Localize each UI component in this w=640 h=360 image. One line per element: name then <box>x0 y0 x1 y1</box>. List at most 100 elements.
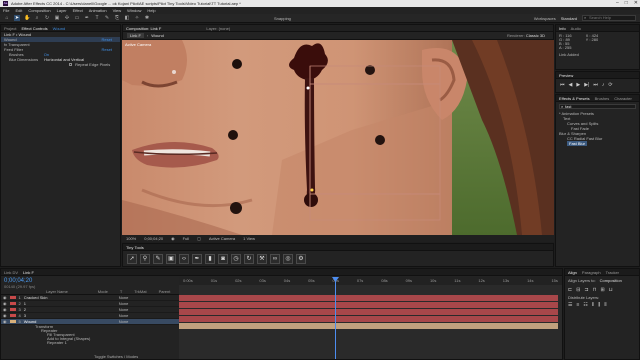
menu-effect[interactable]: Effect <box>73 8 83 13</box>
zoom-select[interactable]: 100% <box>126 236 136 241</box>
distribute-top-icon[interactable]: ☰ <box>568 302 572 308</box>
maximize-button[interactable]: □ <box>625 0 628 7</box>
tab-link-dv[interactable]: Link DV <box>4 270 18 275</box>
snapping-label[interactable]: Snapping <box>274 16 291 21</box>
align-hcenter-icon[interactable]: ⊟ <box>576 287 580 293</box>
align-bottom-icon[interactable]: ⊔ <box>609 287 613 293</box>
tab-audio[interactable]: Audio <box>571 26 581 31</box>
layer-bar[interactable] <box>179 295 558 301</box>
menu-animation[interactable]: Animation <box>89 8 107 13</box>
home-icon[interactable]: ⌂ <box>4 15 10 21</box>
subtab-wound[interactable]: Wound <box>151 33 164 38</box>
camera-icon[interactable]: ▣ <box>54 15 60 21</box>
tree-item-selected[interactable]: Fast Blur <box>567 141 588 146</box>
menu-edit[interactable]: Edit <box>15 8 22 13</box>
rect-mask-icon[interactable]: ▭ <box>74 15 80 21</box>
tiny-gear-icon[interactable]: ⚙ <box>296 254 306 264</box>
label-color-icon[interactable] <box>9 308 16 311</box>
tab-tracker[interactable]: Tracker <box>606 270 619 275</box>
align-vcenter-icon[interactable]: ⊞ <box>601 287 605 293</box>
layer-bar[interactable] <box>179 316 558 322</box>
eye-icon[interactable]: ◉ <box>3 319 7 325</box>
distribute-hcenter-icon[interactable]: ⫼ <box>598 302 600 308</box>
tab-character[interactable]: Character <box>614 96 632 101</box>
distribute-bottom-icon[interactable]: ☷ <box>583 302 587 308</box>
tab-tiny-tools[interactable]: Tiny Tools <box>126 245 144 250</box>
align-right-icon[interactable]: ⊐ <box>584 287 588 293</box>
timeline-tracks[interactable]: 0:00s01s02s03s04s05s06s07s08s09s10s11s12… <box>179 277 562 359</box>
align-to-select[interactable]: Composition <box>600 278 622 283</box>
tiny-rotate-icon[interactable]: ↻ <box>244 254 254 264</box>
col-t[interactable]: T <box>120 289 122 294</box>
col-trkmat[interactable]: TrkMat <box>134 289 146 294</box>
tab-effects-presets[interactable]: Effects & Presets <box>559 96 590 101</box>
reset-link[interactable]: Reset <box>102 37 112 42</box>
effects-search-input[interactable]: ⌕ fast <box>559 104 636 109</box>
prev-frame-icon[interactable]: ◀ <box>569 82 573 88</box>
tab-paragraph[interactable]: Paragraph <box>582 270 601 275</box>
views-select[interactable]: 1 View <box>243 236 255 241</box>
search-help-input[interactable]: ⌕ Search Help <box>582 15 636 21</box>
region-icon[interactable]: ▢ <box>197 236 201 241</box>
tiny-brush-icon[interactable]: ✎ <box>153 254 163 264</box>
menu-file[interactable]: File <box>3 8 9 13</box>
resolution-select[interactable]: Full <box>183 236 189 241</box>
menu-layer[interactable]: Layer <box>57 8 67 13</box>
tiny-camera-icon[interactable]: ◙ <box>218 254 228 264</box>
composition-viewer[interactable]: Active Camera <box>122 40 554 235</box>
playhead[interactable] <box>335 277 336 359</box>
text-icon[interactable]: T <box>94 15 100 21</box>
reset-link[interactable]: Reset <box>102 47 112 52</box>
col-parent[interactable]: Parent <box>159 289 171 294</box>
tab-composition[interactable]: Composition: Link F <box>126 26 161 31</box>
timecode-display[interactable]: 0;00;04;20 <box>144 236 163 241</box>
pan-icon[interactable]: ✣ <box>64 15 70 21</box>
tab-preview[interactable]: Preview <box>559 73 573 78</box>
tiny-target-icon[interactable]: ◎ <box>283 254 293 264</box>
play-icon[interactable]: ▶ <box>576 82 580 88</box>
workspace-select[interactable]: Standard <box>561 16 577 21</box>
camera-view-select[interactable]: Active Camera <box>209 236 235 241</box>
next-frame-icon[interactable]: ▶| <box>584 82 589 88</box>
last-frame-icon[interactable]: ⏭ <box>593 82 598 88</box>
zoom-icon[interactable]: ⌕ <box>34 15 40 21</box>
menu-window[interactable]: Window <box>127 8 141 13</box>
sub-row[interactable]: Repeater 1 <box>1 341 179 345</box>
menu-view[interactable]: View <box>113 8 122 13</box>
first-frame-icon[interactable]: ⏮ <box>560 82 565 88</box>
tiny-select-icon[interactable]: ➚ <box>127 254 137 264</box>
tab-effect-controls[interactable]: Effect Controls <box>21 26 47 31</box>
tiny-clock-icon[interactable]: ◷ <box>231 254 241 264</box>
layer-bar[interactable] <box>179 302 558 308</box>
checkbox-icon[interactable] <box>69 63 72 66</box>
tiny-code-icon[interactable]: ‹› <box>179 254 189 264</box>
menu-composition[interactable]: Composition <box>28 8 50 13</box>
col-mode[interactable]: Mode <box>98 289 108 294</box>
tiny-frame-icon[interactable]: ▣ <box>166 254 176 264</box>
time-ruler[interactable]: 0:00s01s02s03s04s05s06s07s08s09s10s11s12… <box>179 277 562 285</box>
tiny-pen-icon[interactable]: ✒ <box>192 254 202 264</box>
tiny-pin-icon[interactable]: ⚲ <box>140 254 150 264</box>
toggle-switches-modes[interactable]: Toggle Switches / Modes <box>91 354 138 359</box>
subtab-link-f[interactable]: Link F <box>127 33 144 38</box>
tab-info[interactable]: Info <box>559 26 566 31</box>
close-button[interactable]: ✕ <box>634 0 638 7</box>
clone-icon[interactable]: ⎘ <box>114 15 120 21</box>
tiny-link-icon[interactable]: ∞ <box>270 254 280 264</box>
col-layer-name[interactable]: Layer Name <box>46 289 68 294</box>
label-color-icon[interactable] <box>9 320 16 323</box>
loop-icon[interactable]: ⟳ <box>608 82 612 88</box>
distribute-left-icon[interactable]: ⫴ <box>592 302 594 308</box>
distribute-vcenter-icon[interactable]: ≡ <box>576 302 579 308</box>
distribute-right-icon[interactable]: ⦀ <box>604 302 606 308</box>
select-icon[interactable]: ➤ <box>14 15 20 21</box>
brush-icon[interactable]: ✎ <box>104 15 110 21</box>
tab-link-f[interactable]: Link F <box>23 270 34 275</box>
tiny-wrench-icon[interactable]: ⚒ <box>257 254 267 264</box>
audio-icon[interactable]: ♪ <box>602 82 605 88</box>
puppet-icon[interactable]: ✱ <box>144 15 150 21</box>
minimize-button[interactable]: – <box>616 0 619 7</box>
label-color-icon[interactable] <box>9 296 16 299</box>
tab-brushes[interactable]: Brushes <box>595 96 610 101</box>
pen-icon[interactable]: ✒ <box>84 15 90 21</box>
